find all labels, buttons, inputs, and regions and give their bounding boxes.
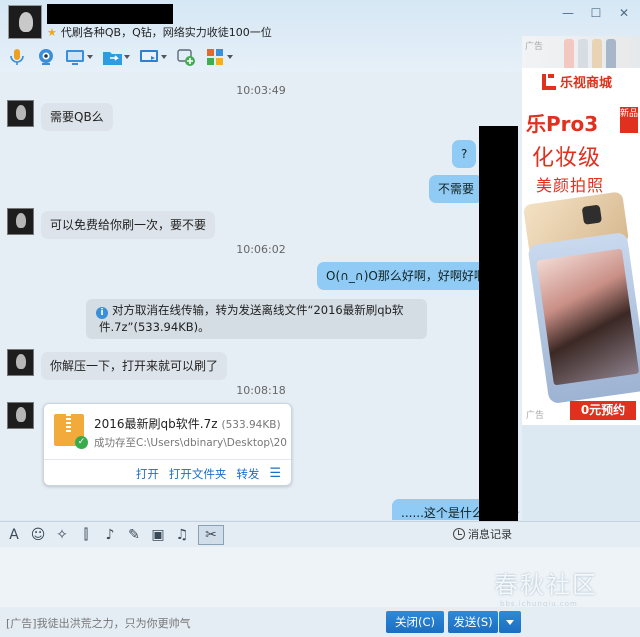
ad-brand: 乐视商城 xyxy=(542,72,612,91)
create-group-icon xyxy=(176,47,196,67)
checkmark-icon: ✓ xyxy=(75,436,88,449)
footer-ad-link[interactable]: [广告]我徒出洪荒之力，只为你更帅气 xyxy=(6,615,191,631)
file-size: (533.94KB) xyxy=(221,419,281,431)
microphone-icon xyxy=(7,47,27,67)
doodle-icon[interactable]: ✎ xyxy=(126,527,142,543)
letv-logo-icon xyxy=(542,73,556,90)
reserve-button[interactable]: 0元预约 xyxy=(570,401,636,420)
ad-slogan-2: 美颜拍照 xyxy=(536,176,605,195)
ad-brand-text: 乐视商城 xyxy=(560,76,613,91)
video-call-button[interactable] xyxy=(33,45,59,69)
window-controls: — ☐ ✕ xyxy=(560,6,632,20)
close-button[interactable]: 关闭(C) xyxy=(386,611,444,633)
redacted-region xyxy=(479,126,518,524)
chevron-down-icon xyxy=(506,619,514,625)
file-name-text: 2016最新刷qb软件.7z xyxy=(94,417,218,431)
ad-label: 广告 xyxy=(526,411,545,421)
remote-desktop-icon xyxy=(65,47,85,67)
phone-image xyxy=(527,231,640,405)
open-folder-link[interactable]: 打开文件夹 xyxy=(169,466,227,482)
apps-icon xyxy=(205,47,225,67)
peer-avatar[interactable] xyxy=(7,402,34,429)
timestamp: 10:06:02 xyxy=(236,243,286,256)
chevron-down-icon[interactable] xyxy=(124,55,130,59)
system-notice-line2: 件.7z”(533.94KB)。 xyxy=(99,320,210,334)
music-icon[interactable]: ♫ xyxy=(174,527,190,543)
file-transfer-icon xyxy=(102,47,122,67)
message-bubble-outgoing[interactable]: ......这个是什么 xyxy=(392,499,493,520)
peer-avatar[interactable] xyxy=(7,100,34,127)
chevron-down-icon[interactable] xyxy=(227,55,233,59)
webcam-icon xyxy=(36,47,56,67)
message-bubble-incoming[interactable]: 你解压一下，打开来就可以刷了 xyxy=(41,352,228,380)
ad-label: 广告 xyxy=(525,42,544,52)
contact-signature: ★ 代刷各种QB，Q钻，网络实力收徒100一位 xyxy=(47,26,272,40)
star-icon: ★ xyxy=(47,26,57,39)
send-file-button[interactable] xyxy=(99,45,133,69)
timestamp: 10:03:49 xyxy=(236,84,286,97)
gif-icon[interactable]: ⫿ xyxy=(78,527,94,543)
voice-call-button[interactable] xyxy=(4,45,30,69)
voice-icon[interactable]: ♪ xyxy=(102,527,118,543)
forward-link[interactable]: 转发 xyxy=(236,466,259,482)
input-toolbar: A ☺ ✧ ⫿ ♪ ✎ ▣ ♫ ✂ xyxy=(0,521,640,547)
create-group-button[interactable] xyxy=(173,45,199,69)
chat-toolbar xyxy=(4,44,236,70)
maximize-icon[interactable]: ☐ xyxy=(588,6,604,20)
info-icon: i xyxy=(96,307,108,319)
chevron-down-icon[interactable] xyxy=(87,55,93,59)
screenshot-icon[interactable]: ✂ xyxy=(198,524,224,545)
file-actions: 打开 打开文件夹 转发 ☰ xyxy=(44,459,291,487)
contact-avatar[interactable] xyxy=(8,5,42,39)
send-button[interactable]: 发送(S) xyxy=(448,611,498,633)
timestamp: 10:08:18 xyxy=(236,384,286,397)
file-name: 2016最新刷qb软件.7z (533.94KB) xyxy=(94,415,281,432)
footer: [广告]我徒出洪荒之力，只为你更帅气 关闭(C) 发送(S) xyxy=(0,607,640,637)
send-options-button[interactable] xyxy=(499,611,521,633)
signature-text: 代刷各种QB，Q钻，网络实力收徒100一位 xyxy=(60,26,272,39)
message-bubble-outgoing[interactable]: ? xyxy=(452,140,477,168)
message-bubble-outgoing[interactable]: 不需要 xyxy=(429,175,484,203)
screen-share-button[interactable] xyxy=(136,45,170,69)
ad-model: 乐Pro3 xyxy=(526,112,599,136)
system-notice: i 对方取消在线传输，转为发送离线文件“2016最新刷qb软 件.7z”(533.… xyxy=(86,299,427,339)
clock-icon xyxy=(453,528,465,540)
image-icon[interactable]: ▣ xyxy=(150,527,166,543)
message-history-link[interactable]: 消息记录 xyxy=(453,526,512,542)
peer-avatar[interactable] xyxy=(7,208,34,235)
file-save-path: 成功存至C:\Users\dbinary\Desktop\2016最新... xyxy=(94,437,287,449)
message-list[interactable]: 10:03:49 需要QB么 ? 不需要 可以免费给你刷一次，要不要 10:06… xyxy=(0,72,522,520)
ad-panel[interactable]: 乐视商城 乐Pro3 新品 化妆级 美颜拍照 广告 0元预约 xyxy=(522,68,640,425)
new-tag: 新品 xyxy=(620,107,638,133)
remote-desktop-button[interactable] xyxy=(62,45,96,69)
system-notice-line1: 对方取消在线传输，转为发送离线文件“2016最新刷qb软 xyxy=(112,303,404,317)
ad-slogan-1: 化妆级 xyxy=(532,146,602,171)
message-bubble-incoming[interactable]: 可以免费给你刷一次，要不要 xyxy=(41,211,216,239)
menu-icon[interactable]: ☰ xyxy=(269,466,281,481)
message-bubble-incoming[interactable]: 需要QB么 xyxy=(41,103,113,131)
apps-button[interactable] xyxy=(202,45,236,69)
history-label: 消息记录 xyxy=(468,528,512,541)
emoji-icon[interactable]: ☺ xyxy=(30,527,46,543)
poke-icon[interactable]: ✧ xyxy=(54,527,70,543)
chevron-down-icon[interactable] xyxy=(161,55,167,59)
font-icon[interactable]: A xyxy=(6,527,22,543)
peer-avatar[interactable] xyxy=(7,349,34,376)
screen-share-icon xyxy=(139,47,159,67)
open-file-link[interactable]: 打开 xyxy=(136,466,159,482)
close-icon[interactable]: ✕ xyxy=(616,6,632,20)
file-card[interactable]: ✓ 2016最新刷qb软件.7z (533.94KB) 成功存至C:\Users\… xyxy=(43,403,292,486)
minimize-icon[interactable]: — xyxy=(560,6,576,20)
contact-name-redacted xyxy=(47,4,173,24)
message-bubble-outgoing[interactable]: O(∩_∩)O那么好啊，好啊好啊 xyxy=(317,262,495,290)
